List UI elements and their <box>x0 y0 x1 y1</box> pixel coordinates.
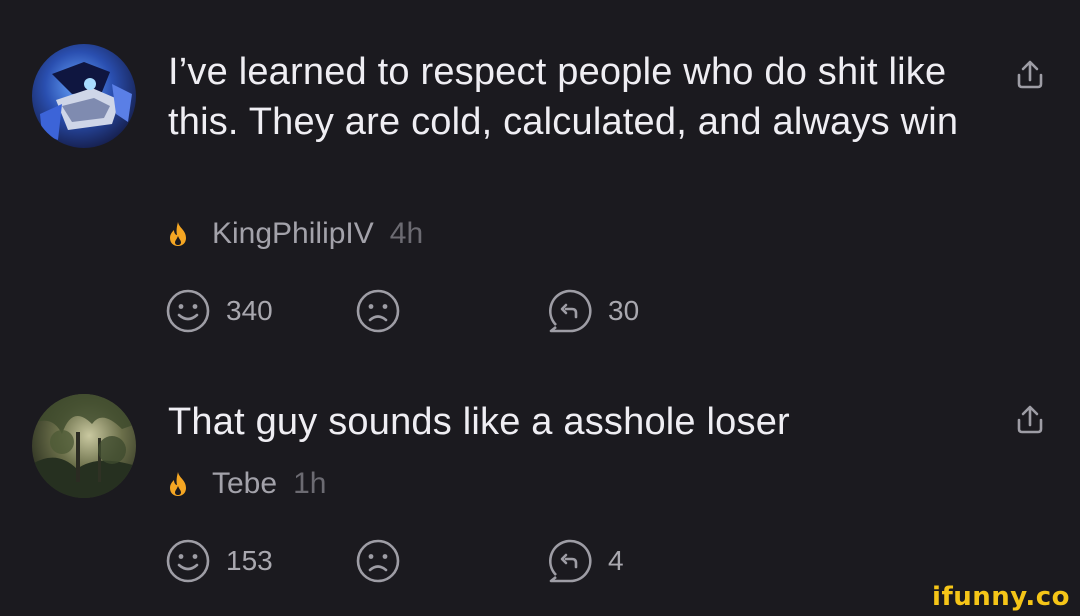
username-link[interactable]: Tebe <box>212 467 277 501</box>
comment-meta: Tebe 1h <box>166 464 326 504</box>
timestamp: 1h <box>293 467 327 500</box>
reply-button[interactable]: 4 <box>546 536 624 586</box>
reply-icon <box>549 289 592 333</box>
share-icon <box>1017 60 1043 89</box>
comment-actions: 340 30 <box>164 286 764 336</box>
user-avatar[interactable] <box>32 394 136 498</box>
replies-count: 30 <box>608 295 640 326</box>
smile-icon <box>166 289 210 333</box>
frown-button[interactable] <box>354 536 402 586</box>
smile-count: 340 <box>226 295 273 326</box>
smile-button[interactable]: 340 <box>164 286 273 336</box>
username-link[interactable]: KingPhilipIV <box>212 217 374 251</box>
frown-icon <box>356 539 400 583</box>
smile-count: 153 <box>226 545 273 576</box>
smile-button[interactable]: 153 <box>164 536 273 586</box>
avatar-image <box>32 394 136 498</box>
comment-text: I’ve learned to respect people who do sh… <box>168 51 959 143</box>
share-button[interactable] <box>1010 399 1050 439</box>
reply-button[interactable]: 30 <box>546 286 639 336</box>
frown-icon <box>356 289 400 333</box>
comment-text: That guy sounds like a asshole loser <box>168 401 790 443</box>
comment-meta: KingPhilipIV 4h <box>166 214 423 254</box>
replies-count: 4 <box>608 545 624 576</box>
flame-icon <box>170 222 186 246</box>
watermark: ifunny.co <box>932 582 1070 612</box>
comment-actions: 153 4 <box>164 536 764 586</box>
flame-icon <box>170 472 186 496</box>
avatar-image <box>32 44 136 148</box>
share-button[interactable] <box>1010 54 1050 94</box>
share-icon <box>1017 405 1043 434</box>
user-avatar[interactable] <box>32 44 136 148</box>
frown-button[interactable] <box>354 286 402 336</box>
smile-icon <box>166 539 210 583</box>
timestamp: 4h <box>389 217 424 250</box>
reply-icon <box>549 539 592 583</box>
